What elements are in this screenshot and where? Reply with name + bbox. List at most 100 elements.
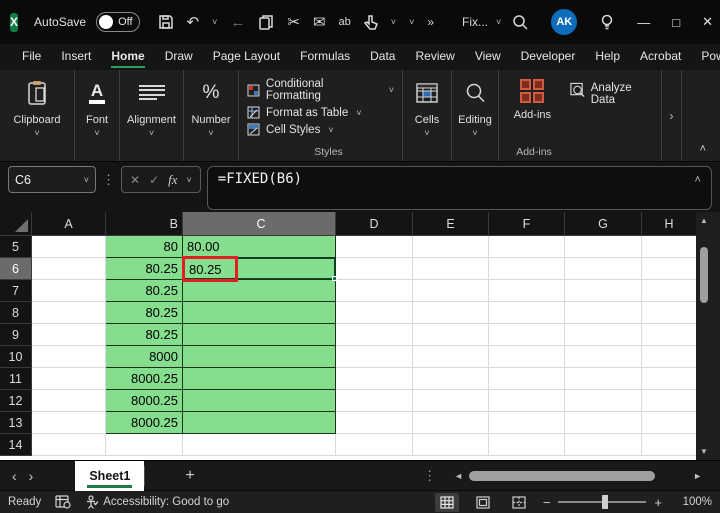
analyze-data-button[interactable]: Analyze Data — [570, 82, 655, 106]
sheet-nav-left-icon[interactable]: ‹ — [0, 468, 29, 484]
cell-G13[interactable] — [565, 412, 642, 434]
cell-H10[interactable] — [642, 346, 696, 368]
cell-D7[interactable] — [336, 280, 413, 302]
cell-E6[interactable] — [413, 258, 489, 280]
cell-H5[interactable] — [642, 236, 696, 258]
cell-A7[interactable] — [32, 280, 106, 302]
tab-file[interactable]: File — [12, 45, 51, 69]
cell-D13[interactable] — [336, 412, 413, 434]
tab-draw[interactable]: Draw — [155, 45, 203, 69]
cell-E11[interactable] — [413, 368, 489, 390]
formula-input[interactable]: =FIXED(B6) ˄ — [206, 166, 712, 210]
undo-icon[interactable]: ↶ — [187, 15, 200, 30]
cell-E14[interactable] — [413, 434, 489, 456]
collapse-ribbon-icon[interactable]: ˄ — [700, 143, 706, 155]
excel-app-icon[interactable]: X — [10, 12, 19, 32]
touch-mode-icon[interactable] — [363, 14, 378, 30]
cell-E13[interactable] — [413, 412, 489, 434]
cell-G12[interactable] — [565, 390, 642, 412]
cell-F9[interactable] — [489, 324, 565, 346]
cell-H13[interactable] — [642, 412, 696, 434]
cell-C5[interactable]: 80.00 — [183, 236, 336, 258]
cell-A13[interactable] — [32, 412, 106, 434]
cell-B12[interactable]: 8000.25 — [106, 390, 183, 412]
tab-acrobat[interactable]: Acrobat — [630, 45, 691, 69]
tab-help[interactable]: Help — [585, 45, 630, 69]
cell-F11[interactable] — [489, 368, 565, 390]
column-header-A[interactable]: A — [32, 212, 106, 236]
undo-dropdown-icon[interactable]: ˅ — [212, 17, 217, 27]
cell-E9[interactable] — [413, 324, 489, 346]
cell-F7[interactable] — [489, 280, 565, 302]
cell-H6[interactable] — [642, 258, 696, 280]
select-all-button[interactable] — [0, 212, 32, 236]
cell-C8[interactable] — [183, 302, 336, 324]
cell-C9[interactable] — [183, 324, 336, 346]
maximize-button[interactable]: □ — [672, 15, 680, 30]
format-as-table-button[interactable]: Format as Table ˅ — [247, 106, 362, 119]
cell-E10[interactable] — [413, 346, 489, 368]
cell-F12[interactable] — [489, 390, 565, 412]
row-header-12[interactable]: 12 — [0, 390, 32, 412]
zoom-in-button[interactable]: + — [654, 495, 662, 510]
cell-C14[interactable] — [183, 434, 336, 456]
cell-D6[interactable] — [336, 258, 413, 280]
cell-F6[interactable] — [489, 258, 565, 280]
lightbulb-icon[interactable] — [599, 13, 615, 31]
record-macro-icon[interactable] — [55, 495, 71, 509]
cell-H9[interactable] — [642, 324, 696, 346]
column-header-F[interactable]: F — [489, 212, 565, 236]
row-header-6[interactable]: 6 — [0, 258, 32, 280]
row-header-5[interactable]: 5 — [0, 236, 32, 258]
alignment-group[interactable]: Alignment ˅ — [120, 70, 184, 161]
cell-B5[interactable]: 80 — [106, 236, 183, 258]
vertical-scroll-thumb[interactable] — [700, 247, 708, 303]
account-avatar[interactable]: AK — [551, 9, 578, 35]
cell-G8[interactable] — [565, 302, 642, 324]
cell-B8[interactable]: 80.25 — [106, 302, 183, 324]
zoom-out-button[interactable]: − — [543, 495, 551, 510]
accessibility-status[interactable]: Accessibility: Good to go — [85, 495, 229, 509]
cell-F10[interactable] — [489, 346, 565, 368]
cell-C7[interactable] — [183, 280, 336, 302]
zoom-slider-thumb[interactable] — [602, 495, 609, 509]
sheet-nav-right-icon[interactable]: › — [29, 468, 46, 484]
search-icon[interactable] — [511, 13, 529, 31]
tab-data[interactable]: Data — [360, 45, 405, 69]
cell-A14[interactable] — [32, 434, 106, 456]
cut-icon[interactable]: ✂ — [287, 15, 300, 30]
cell-G14[interactable] — [565, 434, 642, 456]
ribbon-expand-button[interactable]: › — [662, 70, 682, 161]
minimize-button[interactable]: — — [637, 15, 650, 30]
save-icon[interactable] — [158, 14, 174, 30]
cell-E5[interactable] — [413, 236, 489, 258]
column-header-B[interactable]: B — [106, 212, 183, 236]
cell-A8[interactable] — [32, 302, 106, 324]
cell-H8[interactable] — [642, 302, 696, 324]
tab-view[interactable]: View — [465, 45, 511, 69]
column-header-H[interactable]: H — [642, 212, 696, 236]
row-header-9[interactable]: 9 — [0, 324, 32, 346]
row-header-11[interactable]: 11 — [0, 368, 32, 390]
document-title[interactable]: Fix... ˅ — [462, 15, 501, 29]
cell-G5[interactable] — [565, 236, 642, 258]
cell-H14[interactable] — [642, 434, 696, 456]
tab-power-pivot[interactable]: Power Pivot — [691, 45, 720, 69]
vertical-scroll-track[interactable] — [696, 229, 712, 443]
number-group[interactable]: % Number ˅ — [184, 70, 239, 161]
cell-E7[interactable] — [413, 280, 489, 302]
row-header-13[interactable]: 13 — [0, 412, 32, 434]
cell-C12[interactable] — [183, 390, 336, 412]
cell-B7[interactable]: 80.25 — [106, 280, 183, 302]
insert-function-icon[interactable]: fx — [168, 172, 177, 188]
cell-B14[interactable] — [106, 434, 183, 456]
cell-B9[interactable]: 80.25 — [106, 324, 183, 346]
addins-button[interactable]: Add-ins — [505, 78, 560, 121]
tab-home[interactable]: Home — [101, 45, 154, 69]
tab-insert[interactable]: Insert — [51, 45, 101, 69]
cell-F5[interactable] — [489, 236, 565, 258]
column-header-E[interactable]: E — [413, 212, 489, 236]
row-header-10[interactable]: 10 — [0, 346, 32, 368]
cell-D10[interactable] — [336, 346, 413, 368]
clipboard-group[interactable]: Clipboard ˅ — [0, 70, 75, 161]
